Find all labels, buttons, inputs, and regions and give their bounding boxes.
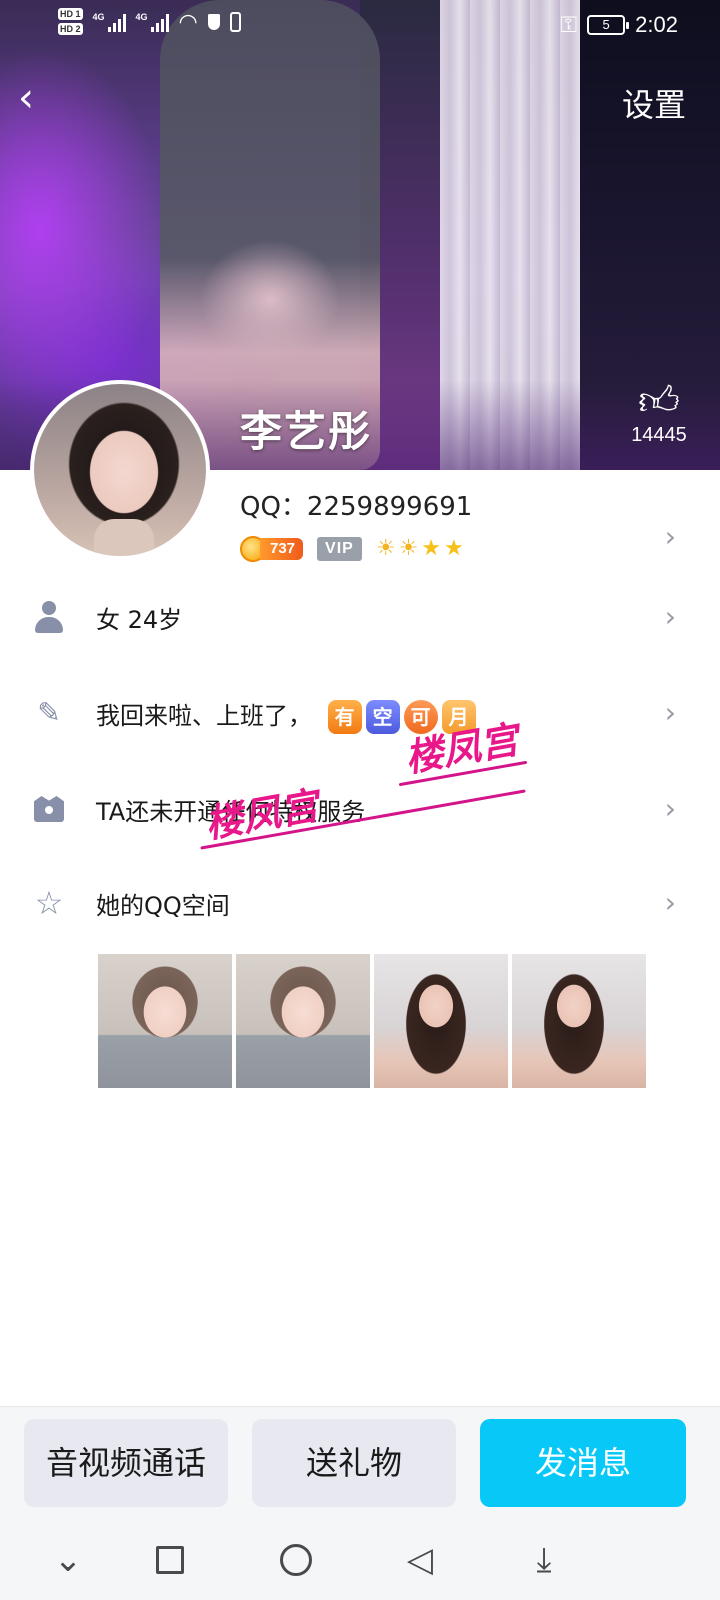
chevron-left-icon: ‹ <box>18 75 34 121</box>
tag-ke: 可 <box>403 700 438 734</box>
notification-pull-icon[interactable]: ⤓ <box>524 1540 564 1580</box>
chevron-right-icon: › <box>664 696 676 729</box>
wifi-icon: ◠ <box>178 8 198 34</box>
sun-icon: ☀ <box>398 536 419 561</box>
qzone-star-icon: ☆ <box>34 884 64 922</box>
av-call-button[interactable]: 音视频通话 <box>24 1419 228 1507</box>
signal-icon-2: 4G <box>136 12 169 32</box>
circle-icon <box>280 1544 312 1576</box>
star-icon: ★ <box>444 536 464 561</box>
row-basic-info[interactable]: 女 24岁 › <box>0 582 720 652</box>
chevron-right-icon: › <box>664 600 676 633</box>
coin-value: 737 <box>260 538 304 560</box>
send-gift-button[interactable]: 送礼物 <box>252 1419 456 1507</box>
hd1-label: HD 1 <box>58 8 83 20</box>
battery-icon: 5 <box>587 15 630 35</box>
qzone-photo[interactable] <box>374 954 508 1088</box>
tag-yue: 月 <box>441 700 476 734</box>
signal-icon-1: 4G <box>93 12 126 32</box>
badge-row[interactable]: 737 VIP ☀ ☀ ★ ★ <box>240 536 464 562</box>
row-qzone[interactable]: ☆ 她的QQ空间 › <box>0 868 720 938</box>
basic-info-text: 女 24岁 <box>96 606 183 634</box>
row-signature[interactable]: ✎ 我回来啦、上班了， 有 空 可 月 › <box>0 678 720 748</box>
signature-tags: 有 空 可 月 <box>327 700 476 734</box>
crown-icon <box>34 796 64 822</box>
system-nav-bar: ⌄ ◁ ⤓ <box>0 1518 720 1600</box>
thumbs-up-icon: 👍︎ <box>638 378 680 424</box>
back-nav-button[interactable]: ◁ <box>400 1540 440 1580</box>
coin-badge: 737 <box>240 536 304 562</box>
settings-button[interactable]: 设置 <box>622 80 686 126</box>
qzone-photo[interactable] <box>98 954 232 1088</box>
tag-kong: 空 <box>365 700 400 734</box>
square-icon <box>156 1546 184 1574</box>
sun-icon: ☀ <box>375 536 396 561</box>
privilege-text: TA还未开通任何特权服务 <box>96 798 366 826</box>
person-icon <box>34 601 64 633</box>
qzone-text: 她的QQ空间 <box>96 892 230 920</box>
back-button[interactable]: ‹ <box>18 78 58 122</box>
level-icons: ☀ ☀ ★ ★ <box>376 537 464 561</box>
row-privilege[interactable]: TA还未开通任何特权服务 › <box>0 774 720 844</box>
vip-badge: VIP <box>317 537 362 561</box>
status-left: HD 1 HD 2 4G 4G ◠ <box>58 8 241 35</box>
like-count: 14445 <box>631 424 687 446</box>
qzone-photo-strip[interactable] <box>98 954 646 1088</box>
status-bar: HD 1 HD 2 4G 4G ◠ ⚿ 5 2:02 <box>0 0 720 52</box>
chevron-right-icon[interactable]: › <box>665 520 676 553</box>
pencil-icon: ✎ <box>37 696 61 729</box>
signature-text: 我回来啦、上班了， 有 空 可 月 <box>96 696 476 734</box>
qzone-photo[interactable] <box>236 954 370 1088</box>
status-right: ⚿ 5 2:02 <box>560 12 678 38</box>
send-message-button[interactable]: 发消息 <box>480 1419 686 1507</box>
home-button[interactable] <box>276 1540 316 1580</box>
recents-button[interactable] <box>150 1540 190 1580</box>
avatar[interactable] <box>30 380 210 560</box>
like-button[interactable]: 👍︎ 14445 <box>624 378 694 447</box>
hd-indicators: HD 1 HD 2 <box>58 8 83 35</box>
phone-icon <box>229 11 241 32</box>
key-icon: ⚿ <box>560 12 578 37</box>
profile-name: 李艺彤 <box>240 407 373 456</box>
chevron-right-icon: › <box>664 792 676 825</box>
chevron-down-icon[interactable]: ⌄ <box>48 1540 88 1580</box>
clock: 2:02 <box>635 12 678 37</box>
shield-icon <box>207 13 220 30</box>
star-icon: ★ <box>421 536 442 561</box>
tag-you: 有 <box>327 700 362 734</box>
action-bar: 音视频通话 送礼物 发消息 <box>0 1406 720 1518</box>
chevron-right-icon: › <box>664 886 676 919</box>
qq-number: QQ：2259899691 <box>240 492 473 522</box>
qzone-photo[interactable] <box>512 954 646 1088</box>
hd2-label: HD 2 <box>58 23 83 35</box>
